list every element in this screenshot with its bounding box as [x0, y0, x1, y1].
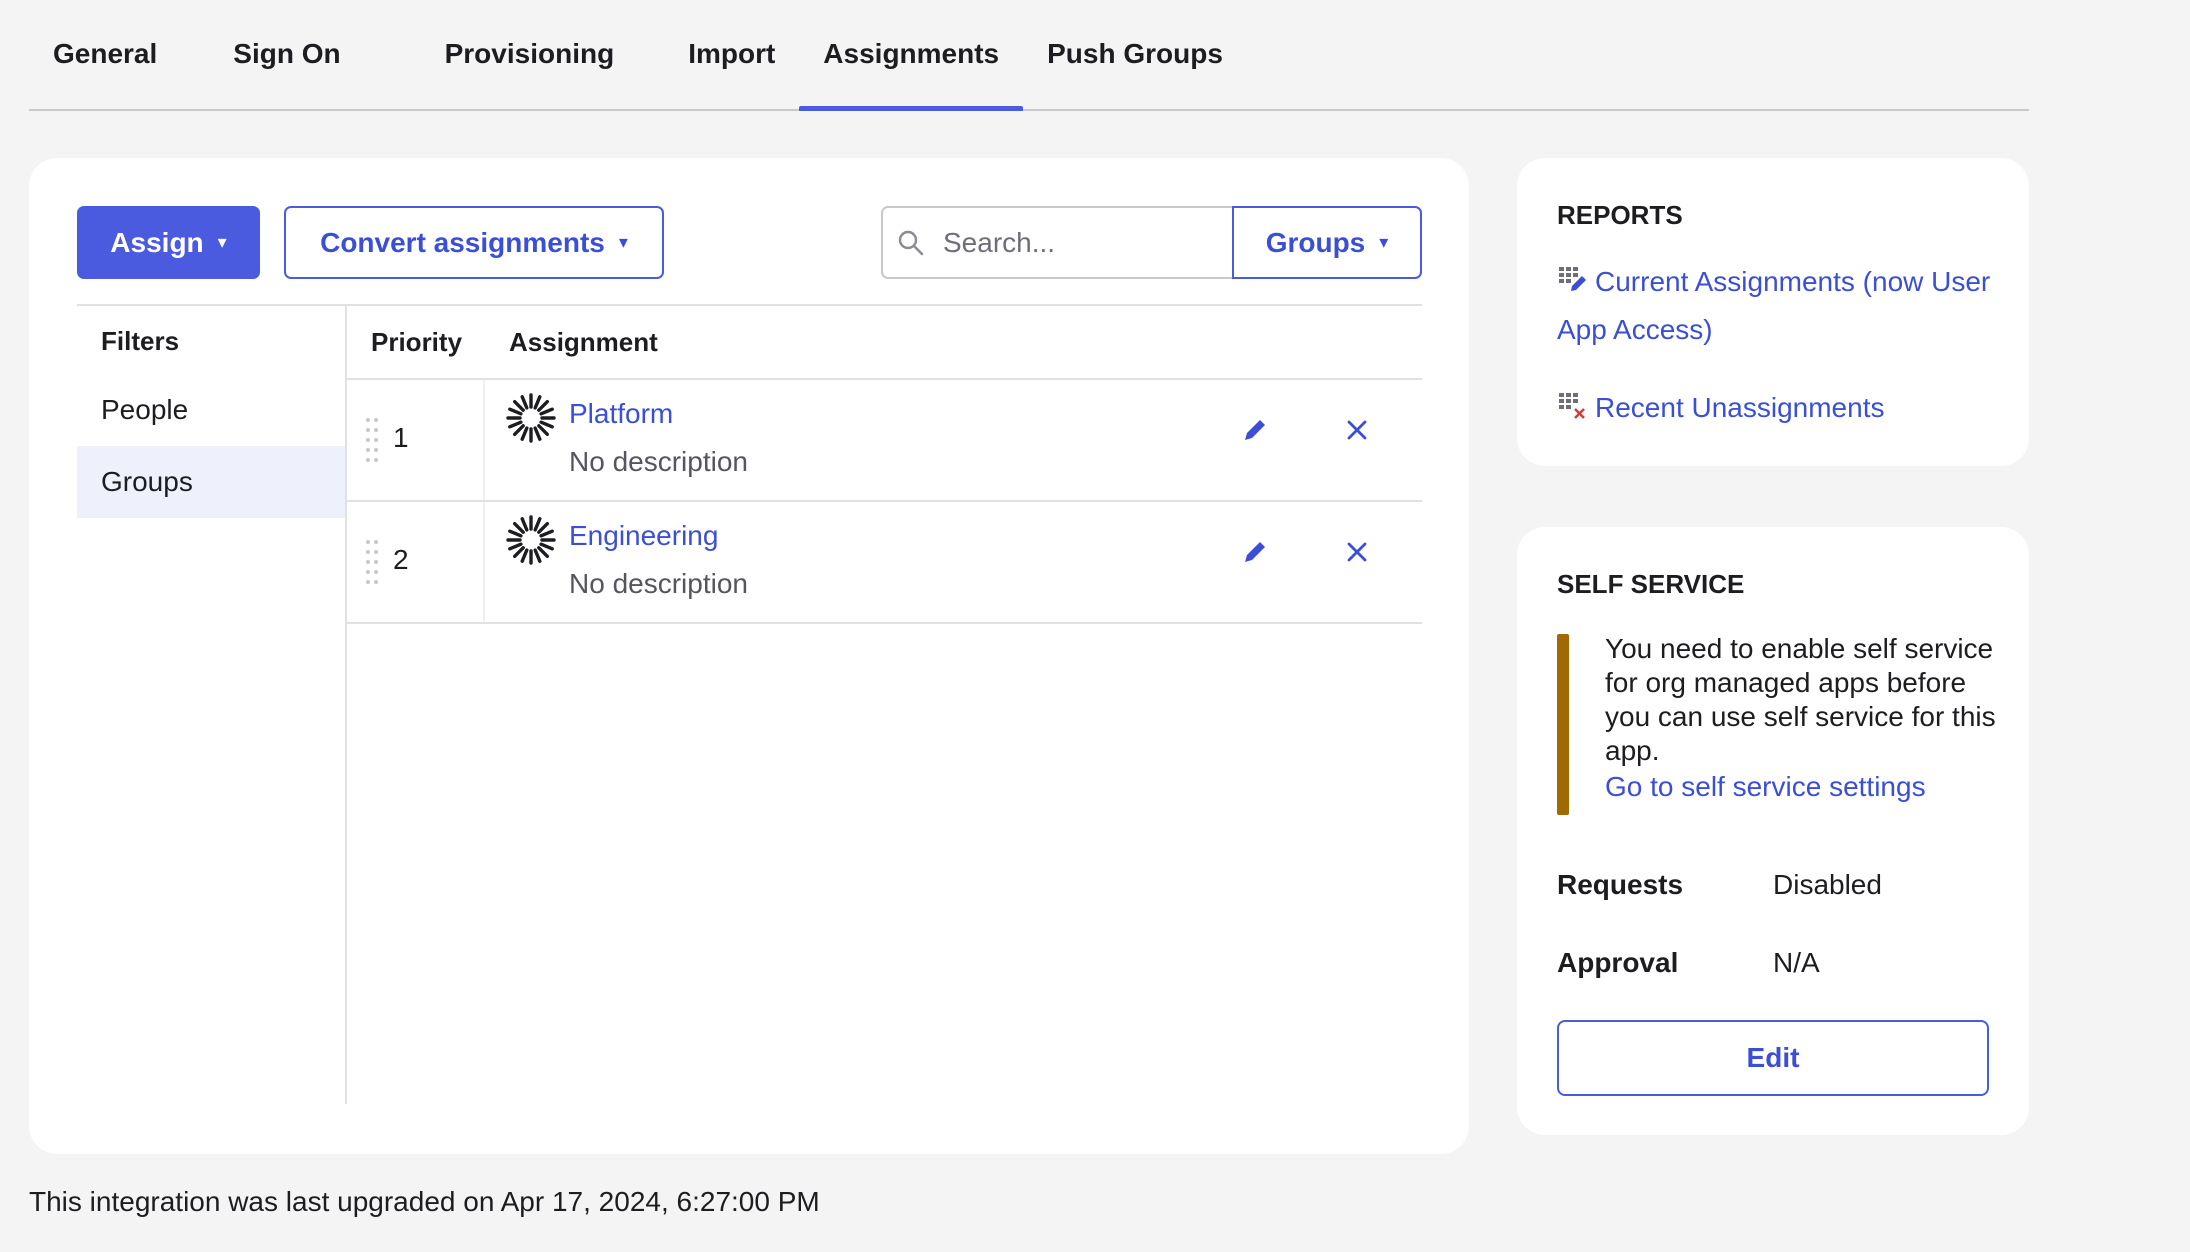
self-service-warning-message: You need to enable self service for org … [1605, 633, 1996, 766]
report-link-current-assignments[interactable]: Current Assignments (now User App Access… [1557, 258, 1997, 354]
chevron-down-icon: ▾ [217, 232, 227, 252]
tab-sign-on[interactable]: Sign On [209, 0, 364, 109]
groups-filter-dropdown[interactable]: Groups ▾ [1232, 206, 1422, 279]
self-service-settings-link[interactable]: Go to self service settings [1605, 771, 1926, 803]
tab-assignments[interactable]: Assignments [799, 0, 1023, 111]
tab-import[interactable]: Import [664, 0, 799, 109]
chevron-down-icon: ▾ [618, 232, 628, 252]
convert-assignments-button[interactable]: Convert assignments ▾ [284, 206, 664, 279]
group-name-link[interactable]: Engineering [569, 520, 718, 552]
filter-item-groups[interactable]: Groups [77, 446, 345, 518]
groups-dropdown-label: Groups [1265, 226, 1366, 258]
report-link-label: Current Assignments (now User App Access… [1557, 266, 1991, 345]
tab-general[interactable]: General [29, 0, 181, 109]
tab-bar: General Sign On Provisioning Import Assi… [29, 0, 2029, 111]
column-header-assignment: Assignment [509, 326, 658, 357]
app-assignments-page: General Sign On Provisioning Import Assi… [0, 0, 2190, 1252]
report-link-recent-unassignments[interactable]: Recent Unassignments [1557, 384, 1884, 432]
group-sunburst-icon [506, 515, 556, 565]
integration-upgrade-note: This integration was last upgraded on Ap… [29, 1186, 820, 1217]
report-grid-edit-icon [1559, 267, 1586, 291]
self-service-panel: SELF SERVICE You need to enable self ser… [1517, 527, 2029, 1135]
report-grid-remove-icon [1559, 393, 1585, 419]
report-link-label: Recent Unassignments [1595, 392, 1885, 423]
tab-push-groups[interactable]: Push Groups [1023, 0, 1247, 109]
edit-button-label: Edit [1746, 1042, 1800, 1073]
drag-handle-icon[interactable] [365, 538, 379, 586]
group-name-link[interactable]: Platform [569, 398, 673, 430]
group-description: No description [569, 446, 748, 477]
chevron-down-icon: ▾ [1379, 232, 1389, 252]
group-sunburst-icon [506, 393, 556, 443]
close-icon[interactable] [1341, 536, 1373, 568]
drag-handle-icon[interactable] [365, 416, 379, 464]
assignments-table: Priority Assignment 1 Platform No descri… [347, 304, 1422, 624]
group-description: No description [569, 568, 748, 599]
requests-value: Disabled [1773, 869, 1882, 900]
search-input[interactable] [943, 226, 1203, 259]
approval-value: N/A [1773, 947, 1820, 978]
reports-panel: REPORTS Current Assignments (now User Ap… [1517, 158, 2029, 466]
requests-label: Requests [1557, 869, 1684, 900]
assign-button[interactable]: Assign ▾ [77, 206, 260, 279]
filters-title: Filters [101, 326, 180, 356]
priority-value: 2 [393, 544, 409, 575]
tab-provisioning[interactable]: Provisioning [421, 0, 639, 109]
column-header-priority: Priority [371, 326, 463, 357]
filters-sidebar: Filters People Groups [77, 304, 347, 1104]
approval-label: Approval [1557, 947, 1679, 978]
warning-accent-bar [1557, 634, 1569, 815]
search-field [881, 206, 1233, 279]
table-row: 2 Engineering No description [347, 502, 1422, 624]
reports-title: REPORTS [1557, 200, 1683, 230]
table-header: Priority Assignment [347, 306, 1422, 380]
table-row: 1 Platform No description [347, 380, 1422, 502]
assign-button-label: Assign [110, 226, 204, 258]
assignments-panel: Assign ▾ Convert assignments ▾ Groups ▾ … [29, 158, 1469, 1154]
self-service-title: SELF SERVICE [1557, 569, 1745, 599]
priority-value: 1 [393, 422, 409, 453]
search-icon [898, 230, 924, 255]
convert-assignments-label: Convert assignments [320, 226, 605, 258]
pencil-edit-icon[interactable] [1239, 414, 1271, 446]
filter-item-people[interactable]: People [77, 374, 345, 446]
pencil-edit-icon[interactable] [1239, 536, 1271, 568]
edit-self-service-button[interactable]: Edit [1557, 1020, 1989, 1096]
close-icon[interactable] [1341, 414, 1373, 446]
